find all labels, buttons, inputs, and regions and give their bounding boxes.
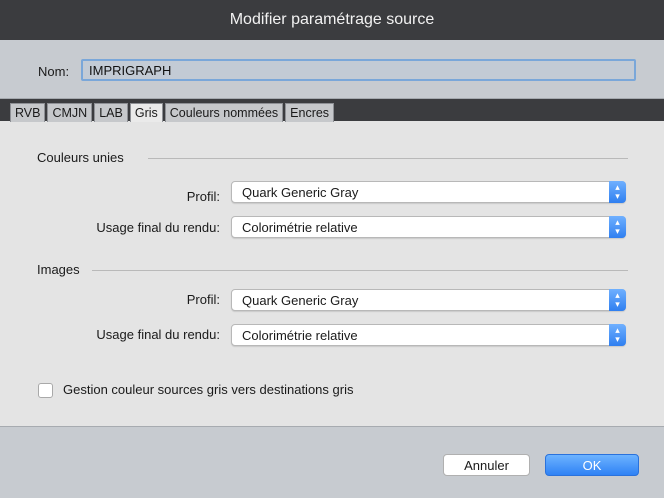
tab-list: RVB CMJN LAB Gris Couleurs nommées Encre… [10,103,336,124]
ok-button[interactable]: OK [545,454,639,476]
gray-management-label[interactable]: Gestion couleur sources gris vers destin… [63,382,353,397]
solid-rendering-label: Usage final du rendu: [96,220,220,235]
images-rendering-select[interactable]: Colorimétrie relative ▴ ▾ [231,324,626,346]
tab-cmjn[interactable]: CMJN [47,103,93,123]
name-label: Nom: [38,64,70,79]
tab-couleurs-nommees[interactable]: Couleurs nommées [164,103,284,123]
tab-gris[interactable]: Gris [129,103,163,124]
images-profile-select[interactable]: Quark Generic Gray ▴ ▾ [231,289,626,311]
images-profile-value: Quark Generic Gray [242,293,359,308]
images-section-title: Images [37,262,80,277]
images-divider [92,270,628,271]
stepper-arrows-icon: ▴ ▾ [609,289,626,311]
images-rendering-label: Usage final du rendu: [96,327,220,342]
name-input[interactable] [81,59,636,81]
gray-management-checkbox[interactable] [38,383,53,398]
solid-rendering-select[interactable]: Colorimétrie relative ▴ ▾ [231,216,626,238]
images-rendering-value: Colorimétrie relative [242,328,358,343]
tab-rvb[interactable]: RVB [10,103,46,123]
dialog-title: Modifier paramétrage source [229,11,435,28]
solid-profile-label: Profil: [186,189,220,204]
solid-colors-divider [148,158,628,159]
dialog-titlebar: Modifier paramétrage source [0,0,664,40]
solid-rendering-value: Colorimétrie relative [242,220,358,235]
stepper-arrows-icon: ▴ ▾ [609,216,626,238]
tab-content-panel [0,122,664,426]
solid-profile-value: Quark Generic Gray [242,185,359,200]
stepper-arrows-icon: ▴ ▾ [609,324,626,346]
tab-lab[interactable]: LAB [94,103,128,123]
name-bar: Nom: [0,40,664,99]
solid-profile-select[interactable]: Quark Generic Gray ▴ ▾ [231,181,626,203]
tab-encres[interactable]: Encres [285,103,335,123]
solid-colors-section-title: Couleurs unies [37,150,124,165]
cancel-button[interactable]: Annuler [443,454,530,476]
stepper-arrows-icon: ▴ ▾ [609,181,626,203]
images-profile-label: Profil: [186,292,220,307]
